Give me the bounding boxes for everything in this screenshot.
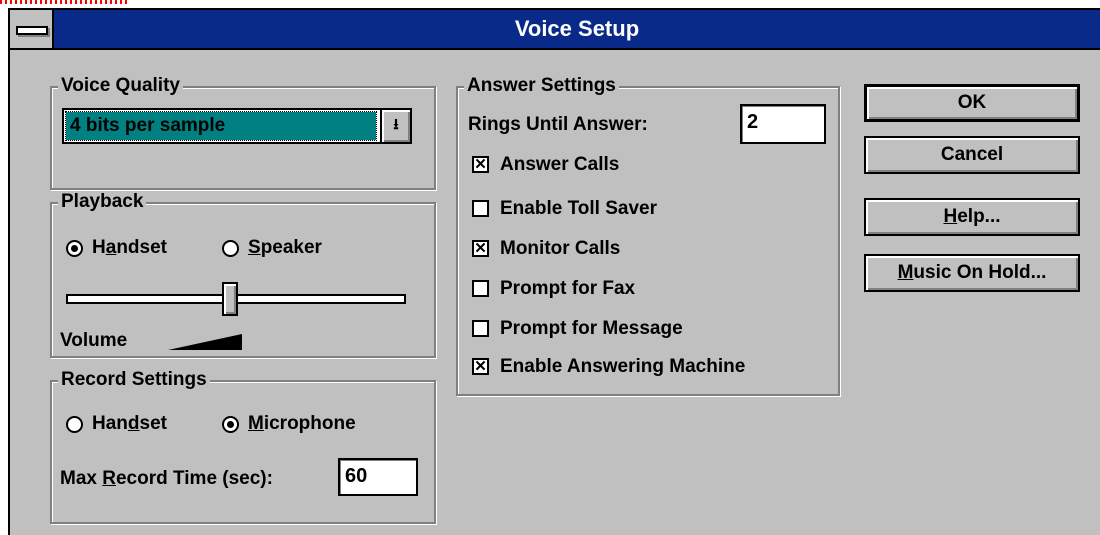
voice-quality-dropdown[interactable]: 4 bits per sample ⭳ xyxy=(62,108,412,144)
voice-quality-legend: Voice Quality xyxy=(58,75,183,97)
playback-legend: Playback xyxy=(58,191,147,213)
record-settings-group: Record Settings Handset Microphone Max R… xyxy=(50,369,436,524)
enable-answering-machine-label[interactable]: Enable Answering Machine xyxy=(500,356,745,378)
rings-until-answer-field[interactable]: 2 xyxy=(740,104,826,144)
monitor-calls-checkbox[interactable]: ✕ xyxy=(472,240,489,257)
help-button[interactable]: Help... xyxy=(864,198,1080,236)
system-menu-button[interactable] xyxy=(10,10,54,48)
prompt-for-message-checkbox[interactable] xyxy=(472,320,489,337)
window-title: Voice Setup xyxy=(514,16,640,41)
max-record-time-label: Max Record Time (sec): xyxy=(60,468,273,489)
music-on-hold-button[interactable]: Music On Hold... xyxy=(864,254,1080,292)
prompt-for-fax-label[interactable]: Prompt for Fax xyxy=(500,278,635,300)
rings-until-answer-label: Rings Until Answer: xyxy=(468,114,648,135)
cancel-button[interactable]: Cancel xyxy=(864,136,1080,174)
volume-slider-thumb[interactable] xyxy=(222,282,238,316)
answer-settings-group: Answer Settings Rings Until Answer: 2 ✕ … xyxy=(456,75,840,396)
voice-quality-group: Voice Quality 4 bits per sample ⭳ xyxy=(50,75,436,190)
record-microphone-label[interactable]: Microphone xyxy=(248,413,356,435)
voice-quality-selected: 4 bits per sample xyxy=(65,111,377,141)
red-dotted-marker xyxy=(0,0,130,4)
ok-button[interactable]: OK xyxy=(864,84,1080,122)
max-record-time-field[interactable]: 60 xyxy=(338,458,418,496)
answer-calls-label[interactable]: Answer Calls xyxy=(500,154,619,176)
answer-settings-legend: Answer Settings xyxy=(464,75,619,97)
record-settings-legend: Record Settings xyxy=(58,369,210,391)
enable-toll-saver-label[interactable]: Enable Toll Saver xyxy=(500,198,657,220)
enable-answering-machine-checkbox[interactable]: ✕ xyxy=(472,358,489,375)
dropdown-arrow-icon[interactable]: ⭳ xyxy=(380,110,410,142)
playback-group: Playback Handset Speaker Volume xyxy=(50,191,436,358)
playback-handset-label[interactable]: Handset xyxy=(92,237,167,259)
volume-label: Volume xyxy=(60,330,128,351)
playback-handset-radio[interactable] xyxy=(66,240,83,257)
record-handset-label[interactable]: Handset xyxy=(92,413,167,435)
voice-setup-dialog: Voice Setup Voice Quality 4 bits per sam… xyxy=(8,8,1100,535)
prompt-for-message-label[interactable]: Prompt for Message xyxy=(500,318,683,340)
playback-speaker-radio[interactable] xyxy=(222,240,239,257)
record-handset-radio[interactable] xyxy=(66,416,83,433)
prompt-for-fax-checkbox[interactable] xyxy=(472,280,489,297)
title-bar: Voice Setup xyxy=(10,10,1100,50)
playback-speaker-label[interactable]: Speaker xyxy=(248,237,322,259)
record-microphone-radio[interactable] xyxy=(222,416,239,433)
system-menu-icon xyxy=(16,26,48,35)
answer-calls-checkbox[interactable]: ✕ xyxy=(472,156,489,173)
enable-toll-saver-checkbox[interactable] xyxy=(472,200,489,217)
volume-ramp-icon xyxy=(168,334,242,350)
monitor-calls-label[interactable]: Monitor Calls xyxy=(500,238,620,260)
